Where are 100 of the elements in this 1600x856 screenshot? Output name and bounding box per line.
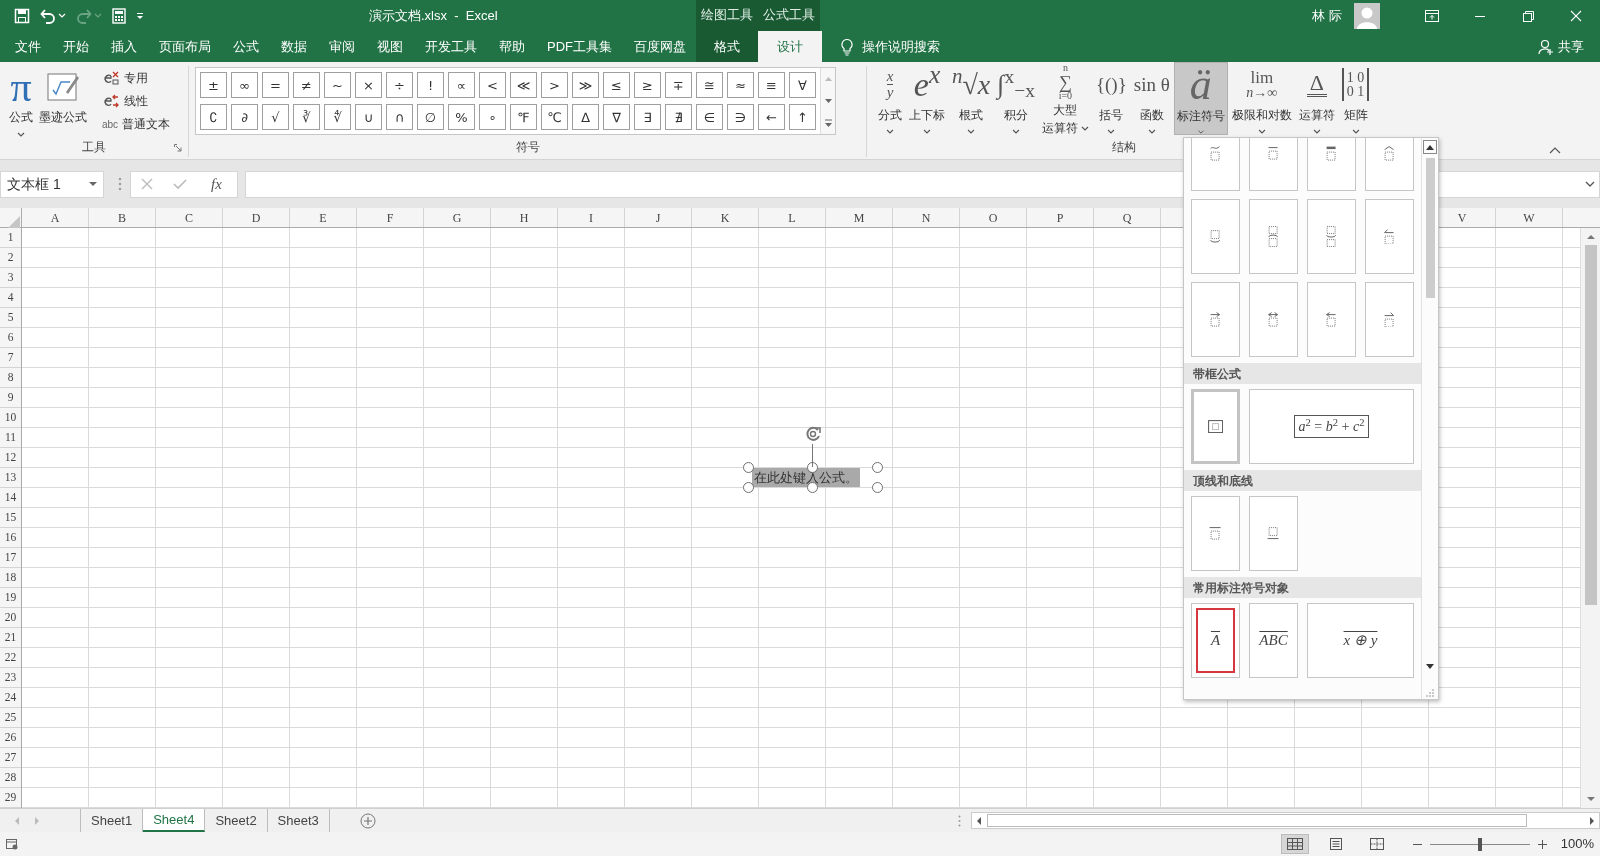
resize-handle[interactable] <box>807 482 818 493</box>
macro-record-icon[interactable] <box>6 838 18 850</box>
symbol-button[interactable]: ∃ <box>634 104 661 130</box>
symbol-button[interactable]: ∛ <box>293 104 320 130</box>
structure-button[interactable]: n ∑ i=0 大型 运算符 <box>1038 62 1092 135</box>
row-header[interactable]: 27 <box>0 748 21 768</box>
structure-button[interactable]: e$^{x}$ 上下标 <box>906 62 948 135</box>
symbol-button[interactable]: ∈ <box>696 104 723 130</box>
symbol-button[interactable]: ≈ <box>727 72 754 98</box>
structure-button[interactable]: 1 0 0 1 矩阵 <box>1338 62 1373 135</box>
accent-template-tile[interactable] <box>1191 199 1240 274</box>
symbol-button[interactable]: √ <box>262 104 289 130</box>
scrollbar-thumb[interactable] <box>987 814 1527 827</box>
slider-thumb[interactable] <box>1477 837 1482 851</box>
accent-template-tile[interactable] <box>1249 199 1298 274</box>
accent-template-tile[interactable]: ABC <box>1249 603 1298 678</box>
accent-template-tile[interactable]: A <box>1191 603 1240 678</box>
column-header[interactable]: L <box>759 208 826 227</box>
accent-template-tile[interactable] <box>1307 199 1356 274</box>
normal-text-button[interactable]: abc 普通文本 <box>100 114 173 134</box>
professional-format-button[interactable]: 专用 <box>100 68 173 88</box>
ink-equation-button[interactable]: 墨迹公式 <box>36 66 90 126</box>
column-header[interactable]: P <box>1027 208 1094 227</box>
zoom-level[interactable]: 100% <box>1560 834 1594 854</box>
symbol-button[interactable]: ≥ <box>634 72 661 98</box>
resize-handle[interactable] <box>807 462 818 473</box>
equation-placeholder-text[interactable]: 在此处键入公式。 <box>752 467 860 488</box>
accent-template-tile[interactable] <box>1307 138 1356 191</box>
linear-format-button[interactable]: 线性 <box>100 91 173 111</box>
splitter-icon[interactable] <box>958 815 961 827</box>
symbol-button[interactable]: ≅ <box>696 72 723 98</box>
column-header[interactable]: B <box>89 208 156 227</box>
accent-template-tile[interactable]: a$^{2}$ = b$^{2}$ + c$^{2}$ <box>1249 389 1414 464</box>
row-header[interactable]: 15 <box>0 508 21 528</box>
row-header[interactable]: 23 <box>0 668 21 688</box>
ribbon-display-options-icon[interactable] <box>1424 7 1440 24</box>
row-header[interactable]: 2 <box>0 248 21 268</box>
ribbon-tab[interactable]: 插入 <box>100 31 148 62</box>
ribbon-tab[interactable]: 设计 <box>758 31 822 62</box>
row-header[interactable]: 13 <box>0 468 21 488</box>
row-header[interactable]: 22 <box>0 648 21 668</box>
row-header[interactable]: 14 <box>0 488 21 508</box>
symbol-button[interactable]: ∋ <box>727 104 754 130</box>
scroll-right-icon[interactable] <box>1588 816 1596 825</box>
column-header[interactable]: A <box>22 208 89 227</box>
resize-handle[interactable] <box>743 482 754 493</box>
ribbon-tab[interactable]: 页面布局 <box>148 31 222 62</box>
rotate-handle-icon[interactable] <box>804 425 822 443</box>
ribbon-tab[interactable]: 开发工具 <box>414 31 488 62</box>
symbol-button[interactable]: × <box>355 72 382 98</box>
accent-template-tile[interactable] <box>1191 282 1240 357</box>
row-header[interactable]: 9 <box>0 388 21 408</box>
accent-template-tile[interactable] <box>1365 282 1414 357</box>
symbol-button[interactable]: > <box>541 72 568 98</box>
symbol-button[interactable]: % <box>448 104 475 130</box>
accent-template-tile[interactable] <box>1191 496 1240 571</box>
row-header[interactable]: 6 <box>0 328 21 348</box>
accent-template-tile[interactable] <box>1365 199 1414 274</box>
row-header[interactable]: 7 <box>0 348 21 368</box>
row-header[interactable]: 26 <box>0 728 21 748</box>
symbol-button[interactable]: ∂ <box>231 104 258 130</box>
column-header[interactable]: J <box>625 208 692 227</box>
ribbon-tab[interactable]: 帮助 <box>488 31 536 62</box>
structure-button[interactable]: lim n→∞ 极限和对数 <box>1228 62 1295 135</box>
symbol-button[interactable]: ∀ <box>789 72 816 98</box>
symbol-button[interactable]: ≠ <box>293 72 320 98</box>
collapse-ribbon-icon[interactable] <box>1549 146 1561 154</box>
symbol-button[interactable]: ≪ <box>510 72 537 98</box>
symbol-button[interactable]: ∓ <box>665 72 692 98</box>
symbol-button[interactable]: ≫ <box>572 72 599 98</box>
row-header[interactable]: 12 <box>0 448 21 468</box>
column-header[interactable]: I <box>558 208 625 227</box>
row-header[interactable]: 18 <box>0 568 21 588</box>
save-icon[interactable] <box>14 7 30 24</box>
symbol-button[interactable]: ∁ <box>200 104 227 130</box>
ribbon-tab[interactable]: 百度网盘 <box>623 31 697 62</box>
structure-button[interactable]: x y 分式 <box>875 62 905 135</box>
column-header[interactable]: E <box>290 208 357 227</box>
ribbon-tab[interactable]: 公式 <box>222 31 270 62</box>
row-header[interactable]: 4 <box>0 288 21 308</box>
ribbon-tab[interactable]: 视图 <box>366 31 414 62</box>
normal-view-button[interactable] <box>1280 834 1309 854</box>
row-header[interactable]: 3 <box>0 268 21 288</box>
structure-button[interactable]: sin θ 函数 <box>1130 62 1173 135</box>
accent-template-tile[interactable] <box>1191 138 1240 191</box>
accent-template-tile[interactable] <box>1249 138 1298 191</box>
structure-button[interactable]: Δ 运算符 <box>1295 62 1338 135</box>
scroll-down-icon[interactable] <box>1426 664 1434 669</box>
ribbon-tab[interactable]: 文件 <box>4 31 52 62</box>
scroll-up-icon[interactable] <box>1585 232 1596 242</box>
ribbon-tab[interactable]: 开始 <box>52 31 100 62</box>
accent-template-tile[interactable] <box>1307 282 1356 357</box>
symbol-button[interactable]: < <box>479 72 506 98</box>
name-box[interactable]: 文本框 1 <box>0 170 104 198</box>
symbol-button[interactable]: ∄ <box>665 104 692 130</box>
resize-handle[interactable] <box>872 462 883 473</box>
column-header[interactable]: O <box>960 208 1027 227</box>
undo-icon[interactable] <box>40 7 56 24</box>
symbol-button[interactable]: ~ <box>324 72 351 98</box>
avatar-icon[interactable] <box>1354 2 1380 29</box>
